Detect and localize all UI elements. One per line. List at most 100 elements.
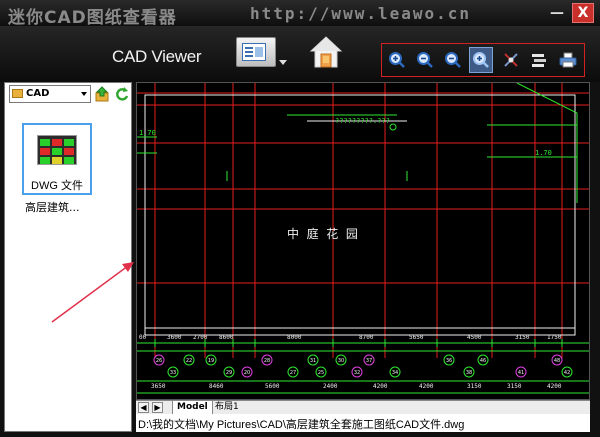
pan-icon: [504, 53, 518, 67]
label-1-70-b: 1.70: [535, 149, 552, 157]
dimension-label: 2700: [193, 334, 208, 341]
layers-icon: [532, 54, 546, 67]
grid-bubble: 22: [183, 354, 195, 366]
dimension-label: 3600: [167, 334, 182, 341]
view-mode-button[interactable]: [236, 37, 276, 67]
dimension-label: 4200: [373, 383, 388, 390]
grid-bubble-label: 33: [170, 370, 176, 376]
grid-bubble-label: 48: [554, 358, 560, 364]
dimension-label: 3150: [515, 334, 530, 341]
grid-bubble: 34: [389, 366, 401, 378]
grid-bubble: 42: [561, 366, 573, 378]
minimize-button[interactable]: —: [546, 3, 568, 23]
grid-bubble-label: 27: [290, 370, 296, 376]
folder-name: CAD: [26, 88, 50, 99]
grid-bubbles: 26 22 19 28 31 30 37 36 46 48 33 29 20 27 25 32 34 38 41 42: [153, 354, 573, 378]
printer-icon: [559, 52, 577, 68]
up-folder-button[interactable]: [95, 86, 109, 102]
grid-bubble: 29: [223, 366, 235, 378]
grid-bubble-label: 32: [354, 370, 360, 376]
refresh-button[interactable]: [115, 86, 129, 102]
dimension-label: 3650: [151, 383, 166, 390]
folder-dropdown[interactable]: CAD: [9, 85, 91, 103]
tab-next-button[interactable]: ▶: [152, 402, 163, 413]
grid-bubble: 41: [515, 366, 527, 378]
grid-bubble-label: 29: [226, 370, 232, 376]
home-button[interactable]: [308, 34, 344, 70]
pan-button[interactable]: [499, 47, 523, 73]
zoom-in-button[interactable]: [385, 47, 409, 73]
grid-bubble-label: 42: [564, 370, 570, 376]
toolbar: CAD Viewer: [0, 26, 600, 82]
cad-drawing: 1.70 1.70 ?????????.??? 中 庭 花 园 00 3600 27…: [137, 83, 589, 394]
grid-bubble: 48: [551, 354, 563, 366]
walls: [144, 94, 576, 336]
dimension-row-2: 3650 8460 5600 2400 4200 4200 3150 3150 4200: [151, 383, 562, 390]
grid-bubble-label: 41: [518, 370, 524, 376]
dimension-label: 4500: [467, 334, 482, 341]
window-icon: [242, 43, 266, 61]
grid-bubble: 28: [261, 354, 273, 366]
grid-bubble: 33: [167, 366, 179, 378]
grid-bubble: 27: [287, 366, 299, 378]
zoom-in-icon: [473, 52, 489, 68]
grid-bubble: 32: [351, 366, 363, 378]
grid-bubble: 25: [315, 366, 327, 378]
tab-model[interactable]: Model: [172, 401, 213, 414]
print-button[interactable]: [556, 47, 580, 73]
grid-bubble: 46: [477, 354, 489, 366]
grid-bubble-label: 20: [244, 370, 250, 376]
tab-layout-1[interactable]: 布局1: [211, 401, 243, 414]
file-path-status: D:\我的文档\My Pictures\CAD\高层建筑全套施工图纸CAD文件.…: [136, 414, 590, 432]
file-type-label: DWG 文件: [31, 180, 83, 192]
zoom-out-button[interactable]: [413, 47, 437, 73]
grid-bubble-label: 25: [318, 370, 324, 376]
dim-top-label: ?????????.???: [335, 117, 390, 125]
folder-bar: CAD: [7, 85, 129, 105]
layers-button[interactable]: [527, 47, 551, 73]
zoom-out-alt-button[interactable]: [441, 47, 465, 73]
dimension-label: 8700: [359, 334, 374, 341]
dimension-label: 1750: [547, 334, 562, 341]
grid-bubble-label: 22: [186, 358, 192, 364]
dwg-preview-image: [37, 135, 77, 165]
file-browser-panel: CAD DWG 文件 高层建筑...: [4, 82, 132, 432]
close-button[interactable]: X: [572, 3, 594, 23]
label-1-70-a: 1.70: [139, 129, 156, 137]
dimension-label: 2400: [323, 383, 338, 390]
grid-bubble-label: 19: [208, 358, 214, 364]
app-title: 迷你CAD图纸查看器: [8, 8, 177, 28]
grid-bubble-label: 31: [310, 358, 316, 364]
grid-bubble-label: 34: [392, 370, 398, 376]
grid-bubble-label: 38: [466, 370, 472, 376]
dimension-label: 5650: [409, 334, 424, 341]
layout-tab-bar: ◀ ▶ Model 布局1: [136, 400, 590, 414]
refresh-icon: [116, 87, 129, 101]
dimension-label: 5600: [265, 383, 280, 390]
zoom-toolbar: [381, 43, 585, 77]
dimension-label: 3150: [467, 383, 482, 390]
zoom-in-active-button[interactable]: [469, 47, 493, 73]
folder-icon: [12, 89, 23, 98]
cad-drawing-canvas[interactable]: 1.70 1.70 ?????????.??? 中 庭 花 园 00 3600 27…: [136, 82, 590, 400]
dimension-label: 3150: [507, 383, 522, 390]
home-icon: [309, 36, 343, 68]
grid-bubble-label: 37: [366, 358, 372, 364]
zoom-in-icon: [389, 52, 405, 68]
tab-prev-button[interactable]: ◀: [138, 402, 149, 413]
brand-label: CAD Viewer: [112, 47, 202, 66]
chevron-down-icon: [81, 92, 87, 96]
chevron-down-icon[interactable]: [279, 60, 287, 65]
app-url: http://www.leawo.cn: [250, 4, 472, 23]
zoom-out-icon: [417, 52, 433, 68]
dimension-label: 4200: [419, 383, 434, 390]
grid-bubble: 37: [363, 354, 375, 366]
grid-bubble: 38: [463, 366, 475, 378]
dimension-label: 8000: [287, 334, 302, 341]
courtyard-label: 中 庭 花 园: [287, 226, 358, 241]
dimension-label: 00: [139, 334, 147, 341]
grid-bubble: 19: [205, 354, 217, 366]
file-thumbnail[interactable]: DWG 文件: [22, 123, 92, 195]
dimension-label: 8600: [219, 334, 234, 341]
grid-bubble-label: 36: [446, 358, 452, 364]
